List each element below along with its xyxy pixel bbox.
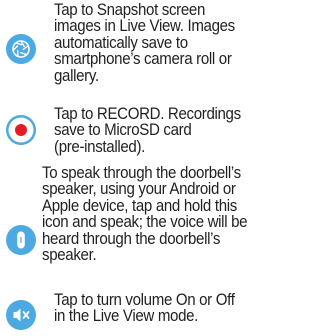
instruction-talk: To speak through the doorbell’s speaker,… <box>0 165 281 290</box>
instruction-record: Tap to RECORD. Recordings save to MicroS… <box>0 100 281 165</box>
speaker-mute-icon <box>6 300 36 330</box>
record-icon <box>6 115 36 145</box>
instruction-volume: Tap to turn volume On or Off in the Live… <box>0 290 281 336</box>
snapshot-description: Tap to Snapshot screen images in Live Vi… <box>54 1 235 85</box>
volume-description: Tap to turn volume On or Off in the Live… <box>54 291 235 326</box>
camera-aperture-icon <box>6 34 36 64</box>
record-description: Tap to RECORD. Recordings save to MicroS… <box>54 105 241 156</box>
talk-description: To speak through the doorbell’s speaker,… <box>42 164 248 265</box>
instruction-snapshot: Tap to Snapshot screen images in Live Vi… <box>0 0 281 100</box>
microphone-icon <box>6 225 36 255</box>
